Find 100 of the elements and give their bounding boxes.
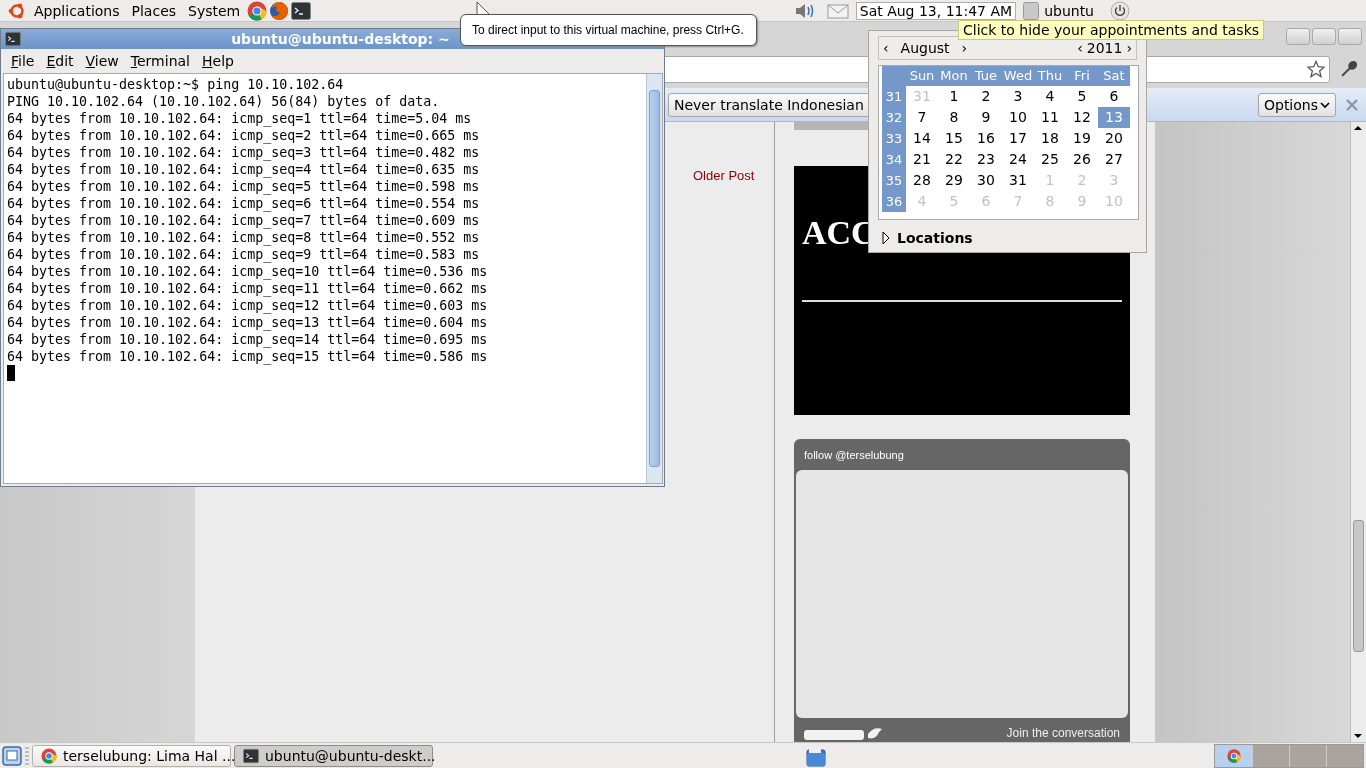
terminal-line: 64 bytes from 10.10.102.64: icmp_seq=6 ttl=64 time=0.554 ms [7,195,480,212]
scroll-thumb[interactable] [1353,520,1364,652]
tooltip: To direct input to this virtual machine, press Ctrl+G. [460,14,757,46]
weekday-header: Sun [906,66,938,86]
menu-item[interactable]: View [79,53,125,69]
terminal-line: 64 bytes from 10.10.102.64: icmp_seq=5 ttl=64 time=0.598 ms [7,178,480,195]
calendar-day[interactable]: 30 [970,170,1002,191]
prev-year-button[interactable]: ‹ [1077,40,1083,56]
terminal-line: 64 bytes from 10.10.102.64: icmp_seq=9 ttl=64 time=0.583 ms [7,246,480,263]
envelope-icon[interactable] [826,2,849,19]
calendar-day[interactable]: 27 [1098,149,1130,170]
calendar-day[interactable]: 29 [938,170,970,191]
calendar-day[interactable]: 8 [938,107,970,128]
close-icon[interactable] [1346,98,1358,111]
panel-menu[interactable]: Places [125,2,183,19]
scrollbar[interactable] [1350,122,1366,742]
calendar-day[interactable]: 31 [1002,170,1034,191]
user-name[interactable]: ubuntu [1044,2,1094,19]
weekday-header: Wed [1002,66,1034,86]
clock[interactable]: Sat Aug 13, 11:47 AM [855,1,1017,20]
locations-label[interactable]: Locations [897,230,973,246]
close-button[interactable] [1338,27,1362,45]
calendar-day[interactable]: 22 [938,149,970,170]
terminal-icon[interactable] [243,747,259,764]
calendar-day[interactable]: 11 [1034,107,1066,128]
terminal-line: 64 bytes from 10.10.102.64: icmp_seq=11 ttl=64 time=0.662 ms [7,280,488,297]
power-icon[interactable] [1109,0,1131,21]
menu-item[interactable]: Terminal [124,53,196,69]
weekday-header: Mon [938,66,970,86]
collapsed-triangle-icon[interactable] [881,231,891,245]
calendar-day[interactable]: 23 [970,149,1002,170]
terminal-line: 64 bytes from 10.10.102.64: icmp_seq=7 ttl=64 time=0.609 ms [7,212,480,229]
browser-icon[interactable] [41,747,57,764]
maximize-button[interactable] [1312,27,1336,45]
workspace[interactable] [1215,744,1252,767]
workspace-switcher[interactable] [1214,743,1364,768]
calendar-day[interactable]: 7 [906,107,938,128]
week-number: 33 [882,128,906,149]
panel-menu[interactable]: System [182,2,247,19]
older-post-link[interactable]: Older Post [693,168,774,183]
show-desktop-icon[interactable] [2,745,22,766]
widget-header[interactable]: follow @terselubung [796,439,912,470]
fox-globe-icon[interactable] [269,0,290,21]
menu-item[interactable]: Help [196,53,240,69]
calendar-day[interactable]: 19 [1066,128,1098,149]
calendar-day[interactable]: 14 [906,128,938,149]
calendar-day[interactable]: 5 [1066,86,1098,107]
weekday-header: Fri [1066,66,1098,86]
menu-item[interactable]: Edit [40,53,80,69]
browser-icon[interactable] [247,0,268,21]
calendar-day[interactable]: 9 [970,107,1002,128]
calendar-day[interactable]: 25 [1034,149,1066,170]
next-year-button[interactable]: › [1126,40,1132,56]
terminal-line: 64 bytes from 10.10.102.64: icmp_seq=8 ttl=64 time=0.552 ms [7,229,480,246]
terminal-line: ubuntu@ubuntu-desktop:~$ ping 10.10.102.64 [7,76,344,93]
calendar-day[interactable]: 15 [938,128,970,149]
calendar-day[interactable]: 24 [1002,149,1034,170]
terminal-line: 64 bytes from 10.10.102.64: icmp_seq=12 ttl=64 time=0.603 ms [7,297,488,314]
calendar-day[interactable]: 1 [938,86,970,107]
weekday-header: Tue [970,66,1002,86]
calendar-day[interactable]: 16 [970,128,1002,149]
options-button[interactable]: Options [1257,92,1336,117]
calendar-day[interactable]: 18 [1034,128,1066,149]
calendar-day[interactable]: 20 [1098,128,1130,149]
star-icon[interactable] [1307,60,1325,78]
join-link[interactable]: Join the conversation [1006,726,1120,740]
terminal-icon[interactable] [291,0,312,21]
minimize-button[interactable] [1286,27,1310,45]
prev-month-button[interactable]: ‹ [883,40,889,56]
speaker-icon[interactable] [793,1,816,20]
user-icon[interactable] [1023,1,1040,20]
never-translate-button[interactable]: Never translate Indonesian [668,92,870,117]
terminal-line: PING 10.10.102.64 (10.10.102.64) 56(84) bytes of data. [7,93,440,110]
window-icon[interactable] [5,31,21,47]
calendar-day[interactable]: 17 [1002,128,1034,149]
calendar-day[interactable]: 26 [1066,149,1098,170]
month-label: August [900,40,950,56]
calendar-day[interactable]: 28 [906,170,938,191]
weekday-header: Thu [1034,66,1066,86]
calendar-day[interactable]: 10 [1002,107,1034,128]
panel-menu[interactable]: Applications [28,2,126,19]
terminal-line: 64 bytes from 10.10.102.64: icmp_seq=14 ttl=64 time=0.695 ms [7,331,488,348]
calendar-day[interactable]: 12 [1066,107,1098,128]
scrollbar[interactable] [646,74,662,483]
calendar-day[interactable]: 6 [1098,86,1130,107]
terminal-line: 64 bytes from 10.10.102.64: icmp_seq=15 ttl=64 time=0.586 ms [7,348,488,365]
week-number: 36 [882,191,906,212]
year-label: 2011 [1086,40,1123,56]
calendar-day[interactable]: 21 [906,149,938,170]
calendar-day[interactable]: 4 [1034,86,1066,107]
week-number: 32 [882,107,906,128]
terminal-line: 64 bytes from 10.10.102.64: icmp_seq=13 ttl=64 time=0.604 ms [7,314,488,331]
taskbar-button[interactable]: ubuntu@ubuntu-deskt... [234,744,433,767]
calendar-day[interactable]: 3 [1002,86,1034,107]
calendar-day[interactable]: 2 [970,86,1002,107]
terminal-line: 64 bytes from 10.10.102.64: icmp_seq=1 ttl=64 time=5.04 ms [7,110,472,127]
terminal-line: 64 bytes from 10.10.102.64: icmp_seq=4 ttl=64 time=0.635 ms [7,161,480,178]
weekday-header: Sat [1098,66,1130,86]
menu-item[interactable]: File [5,53,41,69]
next-month-button[interactable]: › [961,40,968,56]
